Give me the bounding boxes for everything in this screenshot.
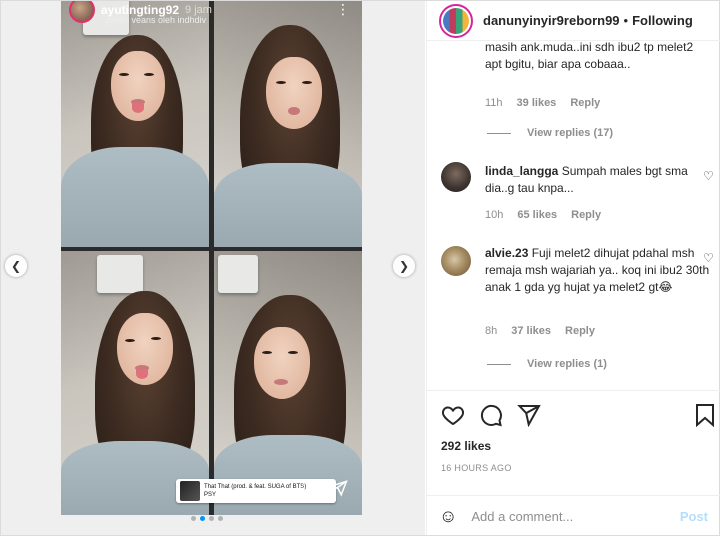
reply-button[interactable]: Reply [565,325,595,337]
author-username[interactable]: danunyinyir9reborn99 [483,13,620,28]
carousel-dots [191,516,223,521]
commenter-avatar[interactable] [441,246,471,276]
view-replies-button[interactable]: View replies (1) [487,358,607,370]
like-heart-icon[interactable] [441,403,465,432]
music-artist: PSY [204,492,217,498]
photo-top-left [61,1,209,247]
comment-likes[interactable]: 65 likes [517,209,557,221]
post-sidebar: danunyinyir9reborn99 • Following masih a… [426,1,720,535]
previous-arrow-icon[interactable]: ❮ [5,255,27,277]
story-screenshot: ayutingting92 9 jam gileen veans oleh in… [61,1,362,515]
story-avatar[interactable] [69,1,95,23]
comment-likes[interactable]: 39 likes [517,97,557,109]
story-subtitle: gileen veans oleh indhdiv [105,15,207,25]
reply-button[interactable]: Reply [571,209,601,221]
comment-meta: 11h 39 likes Reply [485,97,600,109]
commenter-username[interactable]: alvie.23 [485,246,528,260]
author-avatar[interactable] [439,3,473,38]
story-send-icon[interactable] [330,479,348,502]
post-actions: 292 likes 16 HOURS AGO ☺ Post [427,390,720,535]
post-header: danunyinyir9reborn99 • Following [427,1,720,41]
share-send-icon[interactable] [517,403,541,432]
comment-time: 10h [485,209,504,221]
comment-input[interactable] [471,508,674,524]
next-arrow-icon[interactable]: ❯ [393,255,415,277]
carousel-dot [218,516,223,521]
photo-top-right [214,1,362,247]
carousel-dot [191,516,196,521]
more-icon[interactable]: ⋮ [336,1,350,18]
emoji-icon[interactable]: ☺ [439,506,457,527]
following-button[interactable]: Following [632,13,693,28]
post-media: ayutingting92 9 jam gileen veans oleh in… [1,1,425,535]
bookmark-icon[interactable] [694,403,716,432]
comment-likes[interactable]: 37 likes [511,325,551,337]
photo-bottom-left [61,251,209,515]
view-replies-button[interactable]: View replies (17) [487,127,613,139]
comment-like-icon[interactable]: ♡ [703,251,714,265]
commenter-username[interactable]: linda_langga [485,164,558,178]
comment-text: masih ank.muda..ini sdh ibu2 tp melet2 a… [485,41,694,71]
comments-list: masih ank.muda..ini sdh ibu2 tp melet2 a… [427,41,720,389]
comment-like-icon[interactable]: ♡ [703,169,714,183]
comment-time: 11h [485,97,503,109]
commenter-avatar[interactable] [441,162,471,192]
likes-count[interactable]: 292 likes [441,439,491,453]
comment-bubble-icon[interactable] [479,403,503,432]
music-title: That That (prod. & feat. SUGA of BTS) [204,484,307,490]
header-separator: • [623,13,629,28]
comment-meta: 8h 37 likes Reply [485,325,595,337]
photo-bottom-right [214,251,362,515]
comment-text: linda_langga Sumpah males bgt sma dia..g… [485,164,688,195]
post-timestamp: 16 HOURS AGO [441,463,512,473]
story-heart-icon[interactable]: ♡ [301,479,315,499]
add-comment-bar: ☺ Post [427,495,720,536]
carousel-dot-active [200,516,205,521]
comment-text: alvie.23 Fuji melet2 dihujat pdahal msh … [485,246,710,294]
comment-time: 8h [485,325,498,337]
post-button[interactable]: Post [680,509,708,524]
comment-meta: 10h 65 likes Reply [485,209,601,221]
carousel-dot [209,516,214,521]
reply-button[interactable]: Reply [570,97,600,109]
album-art [180,481,200,501]
